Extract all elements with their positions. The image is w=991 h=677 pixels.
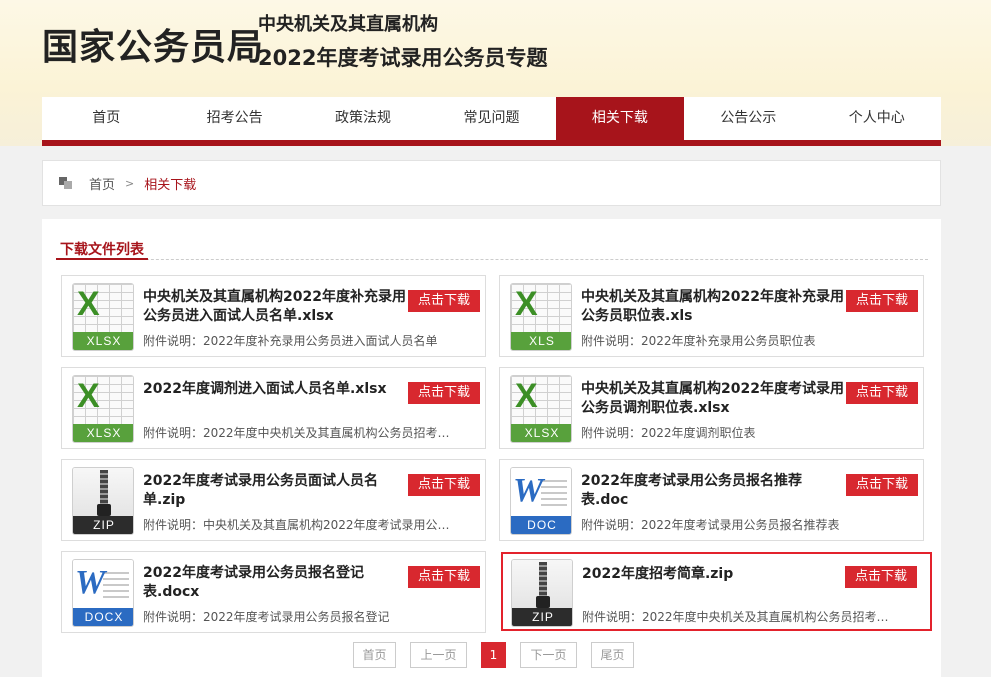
nav-item-downloads[interactable]: 相关下载: [555, 97, 685, 140]
file-card: X XLSX 中央机关及其直属机构2022年度补充录用公务员进入面试人员名单.x…: [61, 275, 486, 357]
file-title[interactable]: 2022年度调剂进入面试人员名单.xlsx: [143, 380, 411, 399]
download-button[interactable]: 点击下载: [845, 566, 917, 588]
nav-item-faq[interactable]: 常见问题: [427, 97, 555, 140]
download-button[interactable]: 点击下载: [408, 290, 480, 312]
file-card: ZIP 2022年度考试录用公务员面试人员名单.zip 附件说明：中央机关及其直…: [61, 459, 486, 541]
file-description: 附件说明：2022年度补充录用公务员进入面试人员名单: [143, 334, 438, 348]
excel-icon: X XLSX: [72, 283, 134, 351]
file-title[interactable]: 2022年度招考简章.zip: [582, 565, 850, 584]
file-description: 附件说明：2022年度调剂职位表: [581, 426, 756, 440]
word-icon: W DOC: [510, 467, 572, 535]
file-title[interactable]: 中央机关及其直属机构2022年度考试录用公务员调剂职位表.xlsx: [581, 380, 849, 418]
breadcrumb-current: 相关下载: [144, 177, 197, 193]
file-description: 附件说明：2022年度考试录用公务员报名登记: [143, 610, 390, 624]
pagination-first[interactable]: 首页: [353, 642, 396, 668]
file-card: W DOC 2022年度考试录用公务员报名推荐表.doc 附件说明：2022年度…: [499, 459, 924, 541]
nav-item-announcements[interactable]: 招考公告: [170, 97, 298, 140]
file-title[interactable]: 中央机关及其直属机构2022年度补充录用公务员进入面试人员名单.xlsx: [143, 288, 411, 326]
download-button[interactable]: 点击下载: [846, 382, 918, 404]
file-title[interactable]: 2022年度考试录用公务员面试人员名单.zip: [143, 472, 411, 510]
title-underline: [56, 258, 148, 260]
file-description: 附件说明：2022年度中央机关及其直属机构公务员招考…: [582, 610, 889, 624]
header-subtitle-2: 2022年度考试录用公务员专题: [258, 46, 548, 70]
nav-item-home[interactable]: 首页: [42, 97, 170, 140]
word-icon: W DOCX: [72, 559, 134, 627]
excel-icon: X XLSX: [72, 375, 134, 443]
nav-item-personal-center[interactable]: 个人中心: [813, 97, 941, 140]
file-title[interactable]: 2022年度考试录用公务员报名推荐表.doc: [581, 472, 849, 510]
nav-item-policies[interactable]: 政策法规: [299, 97, 427, 140]
download-button[interactable]: 点击下载: [408, 566, 480, 588]
file-title[interactable]: 2022年度考试录用公务员报名登记表.docx: [143, 564, 411, 602]
nav-item-notices[interactable]: 公告公示: [684, 97, 812, 140]
download-button[interactable]: 点击下载: [846, 474, 918, 496]
main-nav: 首页 招考公告 政策法规 常见问题 相关下载 公告公示 个人中心: [42, 97, 941, 146]
pagination-prev[interactable]: 上一页: [410, 642, 467, 668]
excel-icon: X XLSX: [510, 375, 572, 443]
file-description: 附件说明：2022年度中央机关及其直属机构公务员招考…: [143, 426, 450, 440]
pagination: 首页 上一页 1 下一页 尾页: [353, 642, 634, 668]
file-description: 附件说明：中央机关及其直属机构2022年度考试录用公…: [143, 518, 450, 532]
header-subtitle-1: 中央机关及其直属机构: [258, 14, 438, 35]
download-button[interactable]: 点击下载: [408, 474, 480, 496]
excel-icon: X XLS: [510, 283, 572, 351]
download-button[interactable]: 点击下载: [846, 290, 918, 312]
pagination-next[interactable]: 下一页: [520, 642, 577, 668]
zip-icon: ZIP: [72, 467, 134, 535]
file-description: 附件说明：2022年度考试录用公务员报名推荐表: [581, 518, 840, 532]
pagination-current-page[interactable]: 1: [481, 642, 506, 668]
file-card-selected: ZIP 2022年度招考简章.zip 附件说明：2022年度中央机关及其直属机构…: [501, 552, 932, 631]
download-button[interactable]: 点击下载: [408, 382, 480, 404]
file-card: W DOCX 2022年度考试录用公务员报名登记表.docx 附件说明：2022…: [61, 551, 486, 633]
breadcrumb: 首页 > 相关下载: [42, 160, 941, 206]
breadcrumb-icon: [59, 177, 73, 189]
breadcrumb-home-link[interactable]: 首页: [89, 174, 115, 193]
file-description: 附件说明：2022年度补充录用公务员职位表: [581, 334, 816, 348]
pagination-last[interactable]: 尾页: [591, 642, 634, 668]
title-divider: [56, 259, 928, 260]
panel-title: 下载文件列表: [60, 242, 144, 258]
file-card: X XLSX 2022年度调剂进入面试人员名单.xlsx 附件说明：2022年度…: [61, 367, 486, 449]
file-title[interactable]: 中央机关及其直属机构2022年度补充录用公务员职位表.xls: [581, 288, 849, 326]
site-logo[interactable]: 国家公务员局: [42, 18, 264, 70]
file-card: X XLS 中央机关及其直属机构2022年度补充录用公务员职位表.xls 附件说…: [499, 275, 924, 357]
file-card: X XLSX 中央机关及其直属机构2022年度考试录用公务员调剂职位表.xlsx…: [499, 367, 924, 449]
zip-icon: ZIP: [511, 559, 573, 627]
breadcrumb-separator: >: [125, 176, 135, 190]
